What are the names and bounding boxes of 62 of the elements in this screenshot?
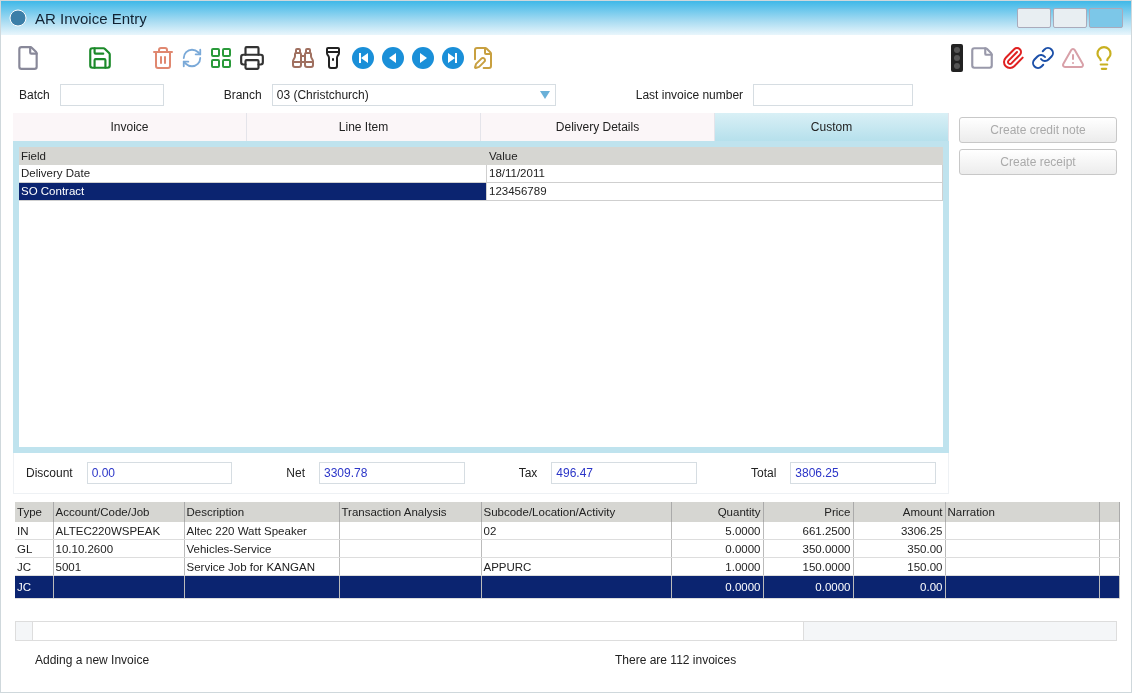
minimize-button[interactable] <box>1017 8 1051 28</box>
column-header: Account/Code/Job <box>53 502 184 522</box>
table-cell: JC <box>15 575 53 599</box>
field-label: Branch <box>223 88 262 102</box>
table-cell: 661.2500 <box>763 522 853 540</box>
status-text: Adding a new Invoice <box>35 653 151 667</box>
total-field: 496.47 <box>551 462 697 484</box>
table-cell: IN <box>15 522 53 540</box>
refresh-icon[interactable] <box>181 47 203 69</box>
note-icon[interactable] <box>969 45 995 71</box>
status-text: There are 112 invoices <box>615 653 738 667</box>
total-field: 0.00 <box>86 462 233 484</box>
column-header: Price <box>763 502 853 522</box>
column-header: Value <box>487 147 943 165</box>
tab[interactable]: Custom <box>715 113 949 141</box>
column-header: Type <box>15 502 53 522</box>
total-label: Net <box>286 466 305 480</box>
horizontal-scrollbar[interactable] <box>15 621 1117 641</box>
total-label: Discount <box>26 466 73 480</box>
last-invoice-number-field[interactable] <box>753 84 914 106</box>
column-header: Field <box>19 147 487 165</box>
edit-document-icon[interactable] <box>471 46 495 70</box>
column-header: Subcode/Location/Activity <box>481 502 671 522</box>
batch-field[interactable] <box>59 84 164 106</box>
maximize-button[interactable] <box>1053 8 1087 28</box>
total-label: Total <box>751 466 777 480</box>
binoculars-icon[interactable] <box>291 46 315 70</box>
table-cell: ALTEC220WSPEAK <box>53 522 184 540</box>
tab[interactable]: Delivery Details <box>481 113 715 141</box>
new-document-icon[interactable] <box>15 45 41 71</box>
window-title: AR Invoice Entry <box>35 9 147 27</box>
table-cell[interactable]: SO Contract <box>19 183 487 201</box>
branch-dropdown[interactable]: 03 (Christchurch) <box>271 84 556 106</box>
total-field: 3309.78 <box>319 462 465 484</box>
column-header: Description <box>184 502 339 522</box>
link-icon[interactable] <box>1031 46 1055 70</box>
printer-icon[interactable] <box>239 45 265 71</box>
table-cell[interactable]: 18/11/2011 <box>487 165 943 183</box>
total-label: Tax <box>518 466 538 480</box>
tab[interactable]: Line Item <box>247 113 481 141</box>
table-cell[interactable]: 123456789 <box>487 183 943 201</box>
grid-icon[interactable] <box>209 46 233 70</box>
table-cell: 02 <box>481 522 671 540</box>
column-header: Transaction Analysis <box>339 502 481 522</box>
table-cell: Altec 220 Watt Speaker <box>184 522 339 540</box>
column-header: Amount <box>853 502 945 522</box>
table-cell: 3306.25 <box>853 522 945 540</box>
table-cell[interactable]: Delivery Date <box>19 165 487 183</box>
app-icon <box>9 9 27 27</box>
traffic-light-icon[interactable] <box>951 44 963 72</box>
field-label: Last invoice number <box>635 88 744 102</box>
tab[interactable]: Invoice <box>13 113 247 141</box>
field-label: Batch <box>19 88 50 102</box>
warning-icon[interactable] <box>1061 46 1085 70</box>
trash-icon[interactable] <box>151 46 175 70</box>
save-icon[interactable] <box>87 45 113 71</box>
dropdown-arrow-icon <box>538 90 551 100</box>
total-field: 3806.25 <box>790 462 936 484</box>
paperclip-icon[interactable] <box>1001 46 1025 70</box>
column-header: Narration <box>945 502 1099 522</box>
column-header: Quantity <box>671 502 763 522</box>
table-cell: 5.0000 <box>671 522 763 540</box>
